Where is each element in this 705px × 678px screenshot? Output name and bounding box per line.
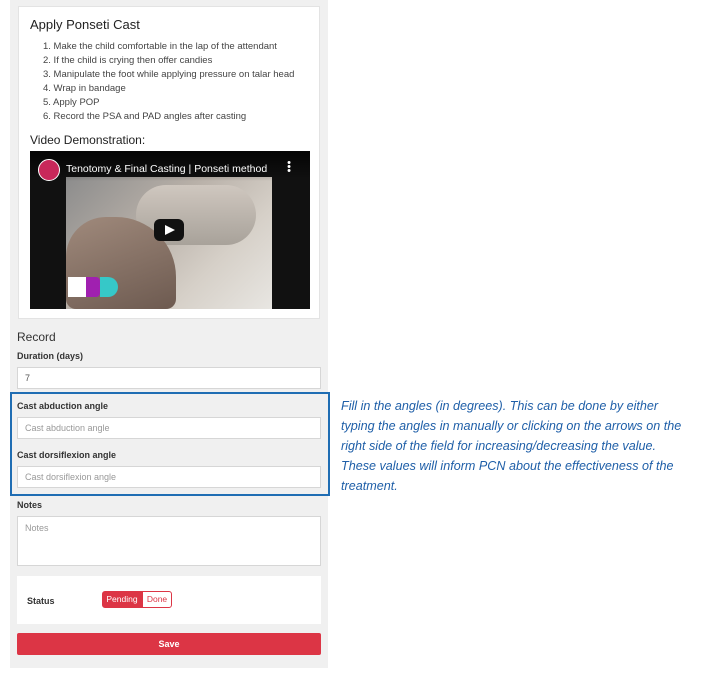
status-section: Status Pending Done — [17, 576, 321, 624]
steps-list: 1. Make the child comfortable in the lap… — [43, 40, 294, 124]
kebab-menu-icon[interactable]: • • • — [286, 158, 292, 177]
status-pending-button[interactable]: Pending — [102, 591, 142, 608]
step-item: 6. Record the PSA and PAD angles after c… — [43, 111, 247, 122]
notes-textarea[interactable] — [17, 516, 321, 566]
save-button[interactable]: Save — [17, 633, 321, 655]
record-heading: Record — [17, 330, 56, 344]
notes-label: Notes — [17, 500, 43, 510]
channel-logo-icon[interactable] — [38, 159, 60, 181]
duration-label: Duration (days) — [17, 351, 84, 361]
watermark-part — [100, 277, 118, 297]
abduction-label: Cast abduction angle — [17, 401, 109, 411]
duration-input[interactable] — [17, 367, 321, 389]
dorsiflexion-angle-input[interactable] — [17, 466, 321, 488]
abduction-angle-input[interactable] — [17, 417, 321, 439]
video-heading: Video Demonstration: — [30, 133, 146, 147]
watermark-part — [86, 277, 100, 297]
status-done-button[interactable]: Done — [142, 591, 172, 608]
card-title: Apply Ponseti Cast — [30, 17, 140, 32]
step-item: 5. Apply POP — [43, 97, 100, 108]
instructions-card: Apply Ponseti Cast 1. Make the child com… — [18, 6, 320, 319]
status-label: Status — [27, 596, 55, 606]
watermark-logo — [68, 277, 118, 297]
video-title[interactable]: Tenotomy & Final Casting | Ponseti metho… — [66, 163, 267, 175]
play-icon[interactable] — [154, 219, 184, 241]
step-item: 2. If the child is crying then offer can… — [43, 55, 213, 66]
step-item: 1. Make the child comfortable in the lap… — [43, 41, 277, 52]
step-item: 4. Wrap in bandage — [43, 83, 126, 94]
step-item: 3. Manipulate the foot while applying pr… — [43, 69, 295, 80]
dorsiflexion-label: Cast dorsiflexion angle — [17, 450, 117, 460]
video-player[interactable]: Tenotomy & Final Casting | Ponseti metho… — [30, 151, 310, 309]
annotation-text: Fill in the angles (in degrees). This ca… — [341, 399, 682, 493]
